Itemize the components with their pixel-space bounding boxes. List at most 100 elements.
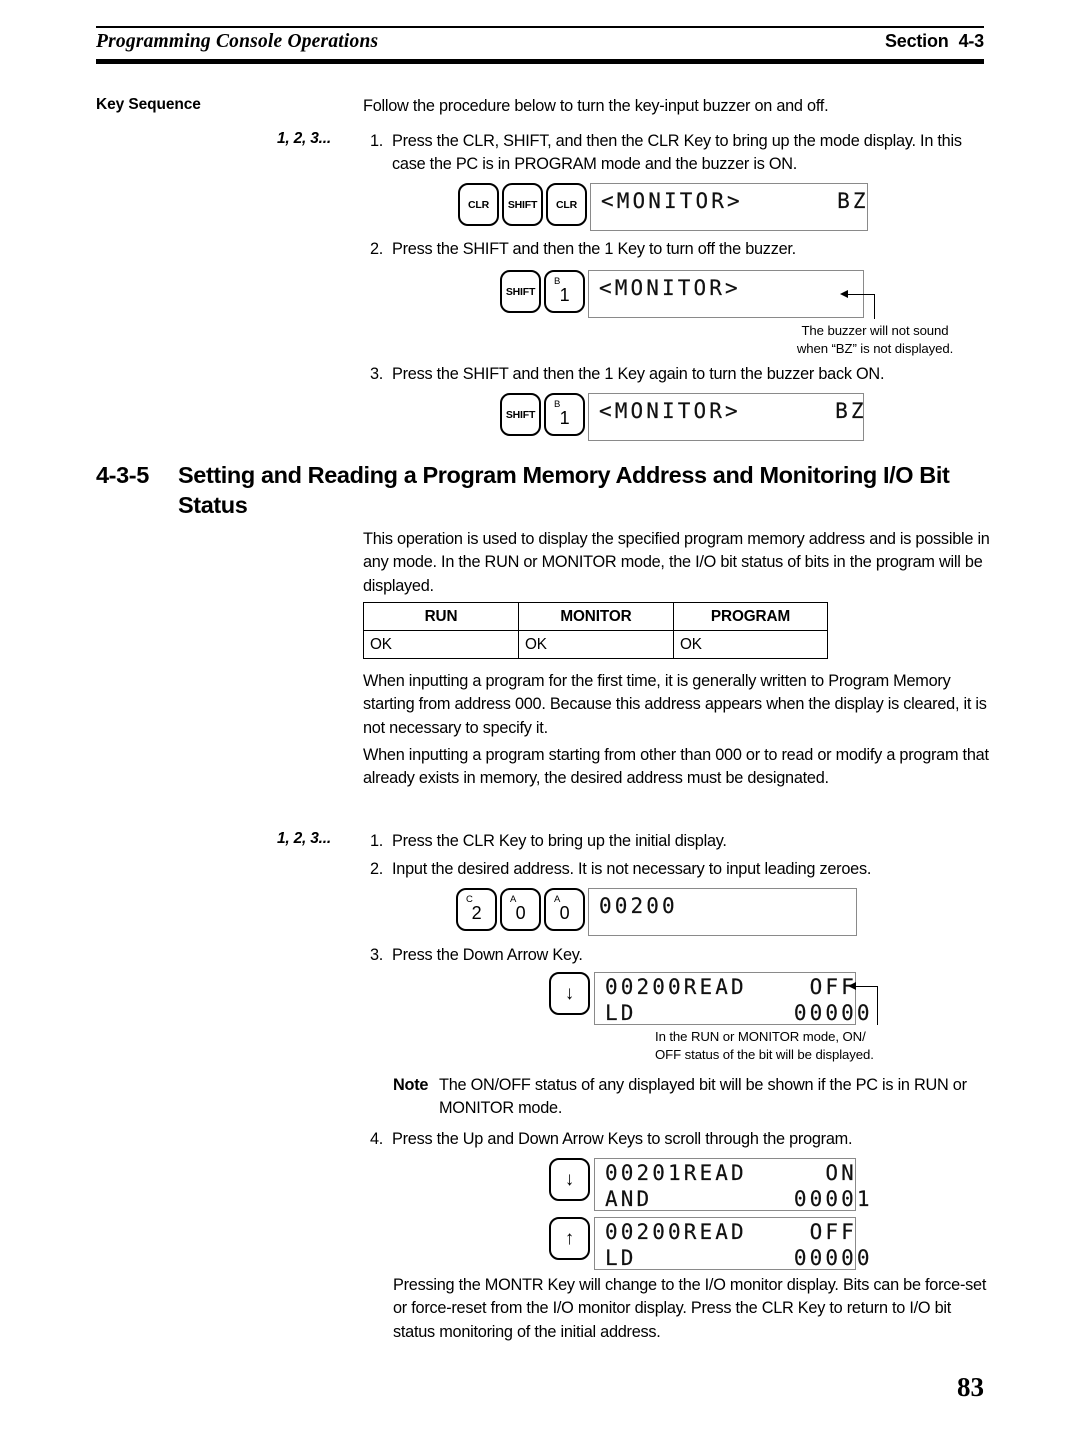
step-number: 3.: [370, 946, 384, 964]
header-section-word: Section: [884, 31, 949, 51]
key-row-step2: SHIFT B 1 <MONITOR>: [500, 270, 864, 318]
up-arrow-icon: ↑: [564, 1228, 575, 1249]
note-label: Note: [393, 1076, 429, 1094]
procedure-step-1: 1. Press the CLR Key to bring up the ini…: [370, 830, 992, 853]
lcd-line: <MONITOR> BZ: [601, 189, 869, 213]
key-b1[interactable]: B 1: [544, 270, 585, 313]
key-clr-2[interactable]: CLR: [546, 183, 587, 226]
callout-arrow-status: [848, 982, 856, 990]
lcd-line: 00201READ ON: [605, 1161, 857, 1185]
header-section-number: 4-3: [958, 31, 985, 51]
key-sequence-label: Key Sequence: [96, 96, 201, 113]
lcd-display-address: 00200: [588, 888, 857, 936]
key-sequence-step-3: 3. Press the SHIFT and then the 1 Key ag…: [370, 363, 992, 386]
callout-status-text: In the RUN or MONITOR mode, ON/ OFF stat…: [655, 1029, 874, 1062]
table-cell-program: OK: [673, 630, 828, 659]
table-header-monitor: MONITOR: [518, 602, 674, 631]
lcd-display-read-off: 00200READ OFF LD 00000: [594, 972, 873, 1025]
step-text: Press the Up and Down Arrow Keys to scro…: [392, 1130, 853, 1148]
step-text: Input the desired address. It is not nec…: [392, 860, 872, 878]
key-a0-first-digit: 0: [515, 903, 526, 923]
key-c2[interactable]: C 2: [456, 888, 497, 931]
step-text: Press the SHIFT and then the 1 Key again…: [392, 365, 885, 383]
callout-leader-v-buzzer: [874, 293, 876, 319]
note-block: Note The ON/OFF status of any displayed …: [393, 1074, 993, 1121]
procedure-step-4: 4. Press the Up and Down Arrow Keys to s…: [370, 1128, 992, 1151]
paragraph-first-time: When inputting a program for the first t…: [363, 672, 987, 737]
table-row: OK OK OK: [363, 630, 828, 659]
procedure-step-2: 2. Input the desired address. It is not …: [370, 858, 992, 881]
table-cell-monitor: OK: [518, 630, 674, 659]
step-number: 4.: [370, 1130, 384, 1148]
page-number: 83: [957, 1372, 984, 1402]
section-heading-title: Setting and Reading a Program Memory Add…: [178, 462, 950, 518]
down-arrow-icon: ↓: [564, 983, 575, 1004]
step-number: 2.: [370, 860, 384, 878]
key-row-read-on: ↓ 00201READ ON AND 00001: [549, 1158, 873, 1211]
step-number: 3.: [370, 365, 384, 383]
key-b1-digit: 1: [559, 408, 570, 428]
section-intro-paragraph: This operation is used to display the sp…: [363, 530, 990, 595]
table-header-row: RUN MONITOR PROGRAM: [363, 602, 828, 631]
header-rule-bottom: [96, 59, 984, 64]
key-c2-digit: 2: [471, 903, 482, 923]
lcd-line: <MONITOR> BZ: [599, 399, 867, 423]
callout-buzzer-note: The buzzer will not sound when “BZ” is n…: [716, 322, 1034, 357]
callout-arrow-buzzer: [840, 290, 848, 298]
step-number: 1.: [370, 132, 384, 150]
enum-marker-1: 1, 2, 3...: [277, 130, 332, 147]
key-up-arrow[interactable]: ↑: [549, 1217, 590, 1260]
key-b1[interactable]: B 1: [544, 393, 585, 436]
header-row: Programming Console Operations Section 4-…: [96, 28, 984, 57]
key-down-arrow[interactable]: ↓: [549, 972, 590, 1015]
key-a0-first[interactable]: A 0: [500, 888, 541, 931]
key-sequence-step-1: 1. Press the CLR, SHIFT, and then the CL…: [370, 130, 992, 177]
table-header-run: RUN: [363, 602, 519, 631]
table-cell-run: OK: [363, 630, 519, 659]
key-b1-digit: 1: [559, 285, 570, 305]
key-shift[interactable]: SHIFT: [500, 393, 541, 436]
mode-support-table: RUN MONITOR PROGRAM OK OK OK: [363, 602, 828, 659]
lcd-line: AND 00001: [605, 1187, 873, 1211]
key-down-arrow-2[interactable]: ↓: [549, 1158, 590, 1201]
closing-paragraph: Pressing the MONTR Key will change to th…: [393, 1276, 987, 1341]
key-sequence-intro: Follow the procedure below to turn the k…: [363, 97, 829, 115]
key-a0-second[interactable]: A 0: [544, 888, 585, 931]
section-heading: 4-3-5 Setting and Reading a Program Memo…: [96, 460, 986, 520]
step-number: 2.: [370, 240, 384, 258]
callout-leader-h-status: [856, 985, 878, 987]
lcd-line: 00200READ OFF: [605, 975, 857, 999]
step-text: Press the CLR Key to bring up the initia…: [392, 832, 727, 850]
lcd-line: LD 00000: [605, 1001, 873, 1025]
lcd-display-step2: <MONITOR>: [588, 270, 864, 318]
key-shift-label: SHIFT: [507, 198, 538, 211]
procedure-step-3: 3. Press the Down Arrow Key.: [370, 944, 992, 967]
step-text: Press the SHIFT and then the 1 Key to tu…: [392, 240, 796, 258]
key-shift[interactable]: SHIFT: [500, 270, 541, 313]
step-number: 1.: [370, 832, 384, 850]
lcd-display-read-on: 00201READ ON AND 00001: [594, 1158, 873, 1211]
callout-leader-h-buzzer: [848, 293, 875, 295]
down-arrow-icon: ↓: [564, 1169, 575, 1190]
lcd-display-read-off-2: 00200READ OFF LD 00000: [594, 1217, 873, 1270]
page-header: Programming Console Operations Section 4-…: [96, 26, 984, 64]
header-section-ref: Section 4-3: [885, 31, 984, 52]
lcd-line: LD 00000: [605, 1246, 873, 1270]
lcd-line: <MONITOR>: [599, 276, 741, 300]
key-clr[interactable]: CLR: [458, 183, 499, 226]
key-row-address: C 2 A 0 A 0 00200: [456, 888, 857, 936]
key-shift-label: SHIFT: [505, 408, 536, 421]
step-text: Press the CLR, SHIFT, and then the CLR K…: [392, 132, 962, 174]
callout-status-note: In the RUN or MONITOR mode, ON/ OFF stat…: [655, 1028, 1080, 1063]
lcd-line: 00200: [599, 894, 678, 918]
key-a0-second-digit: 0: [559, 903, 570, 923]
lcd-display-step1: <MONITOR> BZ: [590, 183, 868, 231]
callout-buzzer-text: The buzzer will not sound when “BZ” is n…: [796, 323, 954, 356]
key-shift[interactable]: SHIFT: [502, 183, 543, 226]
key-sequence-step-2: 2. Press the SHIFT and then the 1 Key to…: [370, 238, 992, 261]
key-row-read-off-2: ↑ 00200READ OFF LD 00000: [549, 1217, 873, 1270]
key-row-read-off: ↓ 00200READ OFF LD 00000: [549, 972, 873, 1025]
callout-leader-v-status: [877, 985, 879, 1025]
header-title: Programming Console Operations: [96, 31, 379, 52]
table-header-program: PROGRAM: [673, 602, 828, 631]
